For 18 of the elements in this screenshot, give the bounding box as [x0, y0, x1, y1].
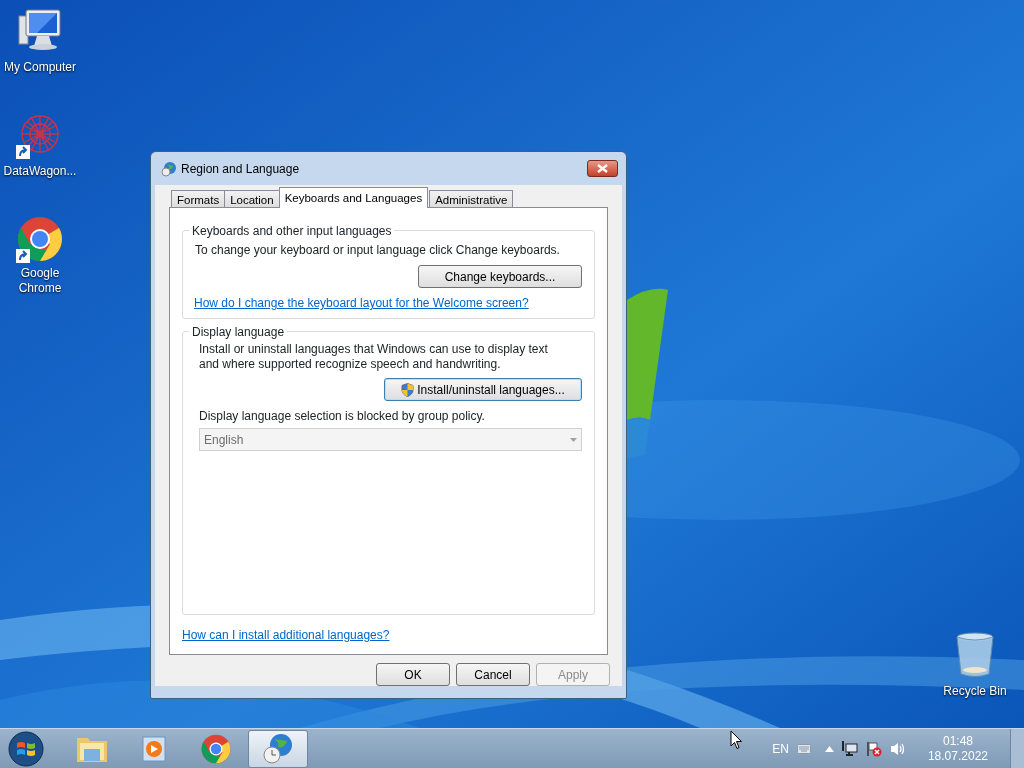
change-keyboards-button[interactable]: Change keyboards... — [418, 265, 582, 288]
policy-text: Display language selection is blocked by group policy. — [198, 408, 486, 425]
desktop-icon[interactable]: Recycle Bin — [935, 632, 1015, 700]
desktop-icon[interactable]: My Computer — [0, 8, 80, 76]
install-languages-button[interactable]: Install/uninstall languages... — [384, 378, 582, 401]
window-title: Region and Language — [181, 160, 300, 178]
instruction-text: To change your keyboard or input language click Change keyboards. — [195, 242, 561, 259]
tab[interactable]: Administrative — [429, 190, 514, 208]
tab[interactable]: Formats — [171, 190, 226, 208]
dialog-button[interactable]: Cancel — [456, 663, 530, 686]
description-text: Install or uninstall languages that Windows can use to display text and where supported recognize speech and handwriting. — [198, 342, 549, 372]
help-link[interactable]: How can I install additional languages? — [182, 628, 390, 642]
dialog-button[interactable]: OK — [376, 663, 450, 686]
tab[interactable]: Location — [224, 190, 280, 208]
desktop-icon[interactable]: DataWagon... — [0, 112, 80, 180]
tab[interactable]: Keyboards and Languages — [278, 187, 429, 208]
help-link[interactable]: How do I change the keyboard layout for the Welcome screen? — [194, 296, 529, 310]
desktop-icon[interactable]: Google Chrome — [0, 216, 80, 297]
